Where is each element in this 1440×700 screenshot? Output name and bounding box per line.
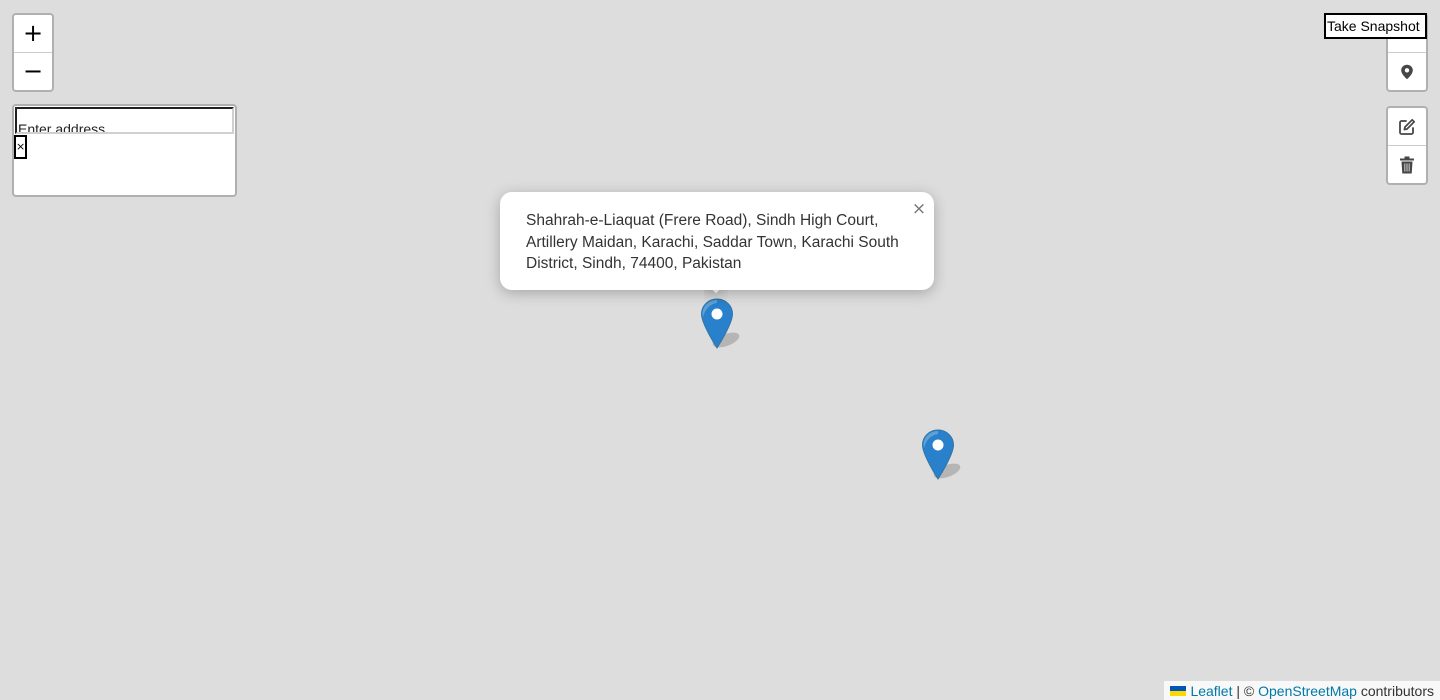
ukraine-flag-icon (1170, 686, 1187, 696)
popup-close-button[interactable]: × (910, 200, 928, 218)
address-input[interactable]: Enter address (15, 107, 234, 134)
edit-icon (1399, 118, 1416, 135)
leaflet-link[interactable]: Leaflet (1190, 683, 1232, 699)
map-attribution: Leaflet | © OpenStreetMap contributors (1164, 681, 1440, 700)
map-marker-secondary[interactable] (919, 429, 979, 481)
zoom-control: + − (12, 13, 54, 92)
map-pin-icon (1401, 64, 1413, 79)
zoom-in-button[interactable]: + (14, 15, 52, 52)
geocoder-panel: Enter address × (12, 104, 237, 197)
openstreetmap-link[interactable]: OpenStreetMap (1258, 683, 1357, 699)
attribution-contributors: contributors (1360, 683, 1434, 699)
attribution-separator: | © (1236, 683, 1255, 699)
address-popup: Shahrah-e-Liaquat (Frere Road), Sindh Hi… (500, 192, 934, 290)
clear-address-button[interactable]: × (14, 135, 27, 159)
delete-layers-button[interactable] (1388, 145, 1426, 183)
map-canvas[interactable]: + − Enter address × Take Snapshot Shahra… (0, 0, 1440, 700)
edit-layers-button[interactable] (1388, 108, 1426, 145)
edit-control (1386, 106, 1428, 185)
locate-button[interactable] (1388, 52, 1426, 90)
popup-address-text: Shahrah-e-Liaquat (Frere Road), Sindh Hi… (526, 212, 899, 272)
take-snapshot-button[interactable]: Take Snapshot (1324, 13, 1427, 39)
trash-icon (1400, 156, 1414, 173)
zoom-out-button[interactable]: − (14, 52, 52, 90)
